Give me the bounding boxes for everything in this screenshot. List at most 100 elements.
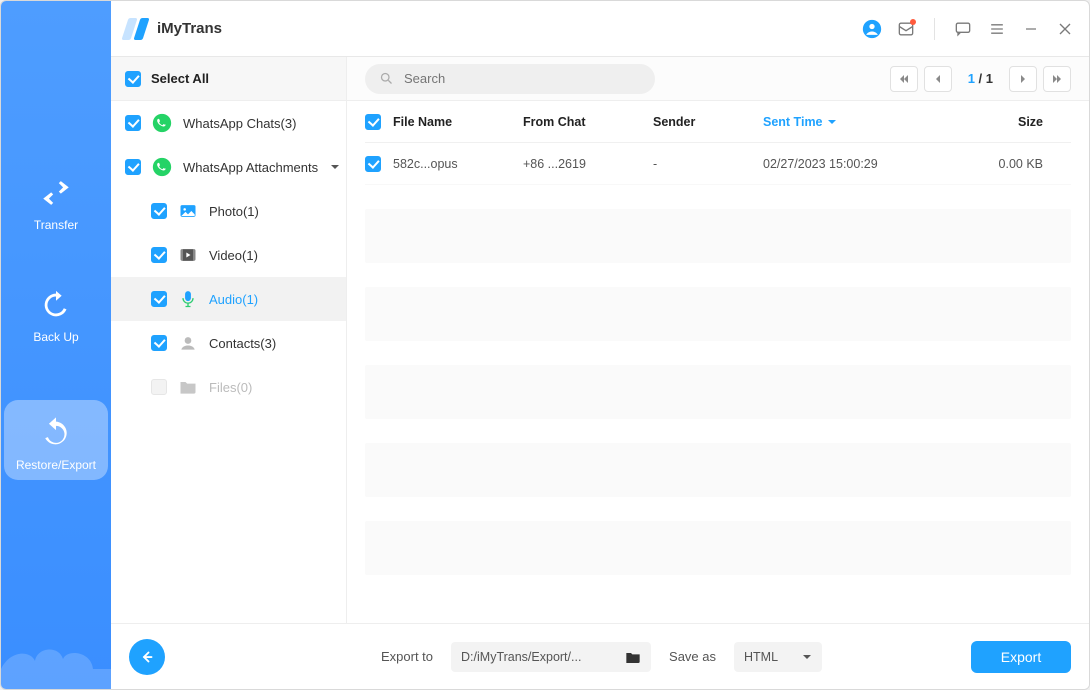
titlebar-separator: [934, 18, 935, 40]
export-path-text: D:/iMyTrans/Export/...: [461, 650, 617, 664]
cell-file-name: 582c...opus: [393, 157, 523, 171]
rail-transfer-label: Transfer: [34, 218, 78, 232]
toolbar: 1 / 1: [347, 57, 1089, 101]
tree-item-chats[interactable]: WhatsApp Chats(3): [111, 101, 346, 145]
cell-sender: -: [653, 157, 763, 171]
app-title: iMyTrans: [157, 20, 222, 37]
col-duration[interactable]: Duration: [1043, 115, 1089, 129]
tree-item-files[interactable]: Files(0): [111, 365, 346, 409]
page-current: 1: [968, 71, 975, 86]
rail-restore-label: Restore/Export: [16, 458, 96, 472]
empty-stripe: [365, 365, 1071, 419]
transfer-icon: [39, 176, 73, 210]
row-checkbox[interactable]: [365, 156, 381, 172]
app-window: Transfer Back Up Restore/Export iMyTrans: [0, 0, 1090, 690]
whatsapp-icon: [151, 156, 173, 178]
rail-transfer[interactable]: Transfer: [34, 176, 78, 232]
format-select[interactable]: HTML: [734, 642, 822, 672]
rail-restore-export[interactable]: Restore/Export: [4, 400, 108, 480]
backup-icon: [39, 288, 73, 322]
file-table: File Name From Chat Sender Sent Time Siz…: [347, 101, 1089, 623]
empty-stripe: [365, 287, 1071, 341]
table-header: File Name From Chat Sender Sent Time Siz…: [365, 101, 1071, 143]
inbox-icon[interactable]: [894, 17, 918, 41]
account-icon[interactable]: [860, 17, 884, 41]
browse-folder-icon[interactable]: [625, 650, 641, 664]
tree-item-audio[interactable]: Audio(1): [111, 277, 346, 321]
tree-item-photo[interactable]: Photo(1): [111, 189, 346, 233]
page-prev-button[interactable]: [924, 66, 952, 92]
left-rail: Transfer Back Up Restore/Export: [1, 1, 111, 689]
table-row[interactable]: 582c...opus +86 ...2619 - 02/27/2023 15:…: [365, 143, 1071, 185]
export-path-field[interactable]: D:/iMyTrans/Export/...: [451, 642, 651, 672]
search-input[interactable]: [402, 70, 641, 87]
video-icon: [177, 244, 199, 266]
microphone-icon: [177, 288, 199, 310]
col-sent-time[interactable]: Sent Time: [763, 115, 943, 129]
cell-duration: 00:00:02: [1043, 157, 1089, 171]
folder-icon: [177, 376, 199, 398]
tree-item-video[interactable]: Video(1): [111, 233, 346, 277]
checkbox[interactable]: [125, 159, 141, 175]
tree-item-attachments[interactable]: WhatsApp Attachments: [111, 145, 346, 189]
page-indicator: 1 / 1: [958, 71, 1003, 86]
restore-icon: [39, 416, 73, 450]
select-all-checkbox[interactable]: [125, 71, 141, 87]
tree-label: Photo(1): [209, 204, 259, 219]
page-first-button[interactable]: [890, 66, 918, 92]
header-checkbox[interactable]: [365, 114, 381, 130]
main-area: iMyTrans: [111, 1, 1089, 689]
col-file-name[interactable]: File Name: [393, 115, 523, 129]
close-icon[interactable]: [1053, 17, 1077, 41]
checkbox[interactable]: [151, 291, 167, 307]
cell-from-chat: +86 ...2619: [523, 157, 653, 171]
title-bar: iMyTrans: [111, 1, 1089, 57]
search-box[interactable]: [365, 64, 655, 94]
format-value: HTML: [744, 650, 778, 664]
app-logo: iMyTrans: [123, 18, 222, 40]
tree-item-contacts[interactable]: Contacts(3): [111, 321, 346, 365]
chevron-down-icon[interactable]: [328, 160, 342, 174]
content-panel: 1 / 1 File Name From Chat Sender Sent Ti…: [347, 57, 1089, 623]
col-sender[interactable]: Sender: [653, 115, 763, 129]
col-from-chat[interactable]: From Chat: [523, 115, 653, 129]
save-as-label: Save as: [669, 649, 716, 664]
empty-stripe: [365, 521, 1071, 575]
body: Select All WhatsApp Chats(3) WhatsApp At…: [111, 57, 1089, 623]
search-icon: [379, 71, 394, 86]
cell-sent-time: 02/27/2023 15:00:29: [763, 157, 943, 171]
col-size[interactable]: Size: [943, 115, 1043, 129]
select-all-row[interactable]: Select All: [111, 57, 346, 101]
cell-size: 0.00 KB: [943, 157, 1043, 171]
export-button[interactable]: Export: [971, 641, 1071, 673]
page-total: 1: [986, 71, 993, 86]
minimize-icon[interactable]: [1019, 17, 1043, 41]
tree-label: WhatsApp Chats(3): [183, 116, 296, 131]
page-last-button[interactable]: [1043, 66, 1071, 92]
rail-backup[interactable]: Back Up: [33, 288, 78, 344]
tree-label: Audio(1): [209, 292, 258, 307]
tree-label: Files(0): [209, 380, 252, 395]
checkbox[interactable]: [151, 335, 167, 351]
dropdown-caret-icon: [802, 652, 812, 662]
rail-cloud-decoration: [1, 619, 111, 689]
checkbox[interactable]: [151, 247, 167, 263]
back-button[interactable]: [129, 639, 165, 675]
select-all-label: Select All: [151, 71, 209, 86]
logo-icon: [123, 18, 151, 40]
tree-label: Video(1): [209, 248, 258, 263]
menu-icon[interactable]: [985, 17, 1009, 41]
notification-dot: [910, 19, 916, 25]
contact-icon: [177, 332, 199, 354]
category-tree: Select All WhatsApp Chats(3) WhatsApp At…: [111, 57, 347, 623]
pager: 1 / 1: [890, 66, 1071, 92]
checkbox[interactable]: [125, 115, 141, 131]
checkbox[interactable]: [151, 379, 167, 395]
whatsapp-icon: [151, 112, 173, 134]
checkbox[interactable]: [151, 203, 167, 219]
image-icon: [177, 200, 199, 222]
page-next-button[interactable]: [1009, 66, 1037, 92]
feedback-icon[interactable]: [951, 17, 975, 41]
tree-label: Contacts(3): [209, 336, 276, 351]
rail-backup-label: Back Up: [33, 330, 78, 344]
